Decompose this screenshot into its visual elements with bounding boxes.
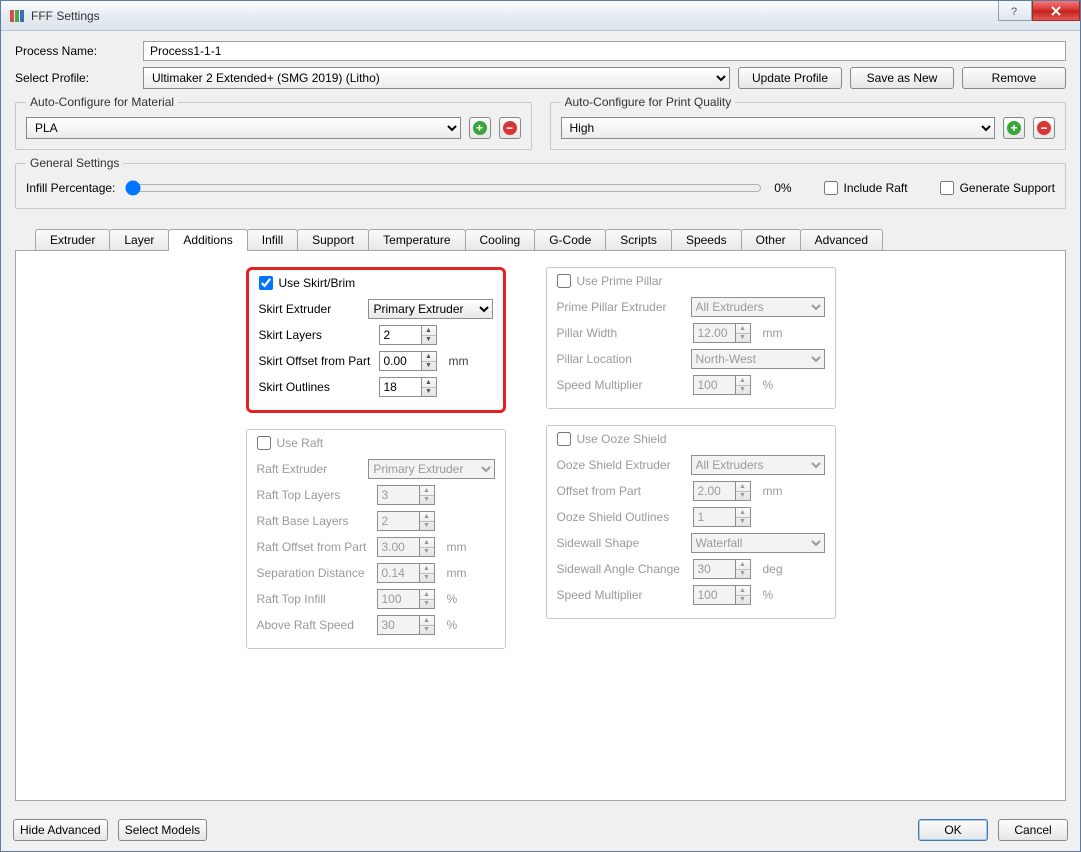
skirt-offset-label: Skirt Offset from Part: [259, 354, 371, 368]
ooze-outlines-input[interactable]: [693, 507, 735, 527]
ooze-speed-input[interactable]: [693, 585, 735, 605]
autoconf-quality-group: Auto-Configure for Print Quality High + …: [550, 95, 1067, 150]
use-raft-option[interactable]: Use Raft: [257, 436, 495, 450]
skirt-outlines-stepper[interactable]: ▲▼: [421, 377, 437, 397]
use-skirt-brim-check[interactable]: [259, 276, 273, 290]
tab-extruder[interactable]: Extruder: [35, 229, 110, 250]
tab-g-code[interactable]: G-Code: [534, 229, 606, 250]
include-raft-option[interactable]: Include Raft: [824, 181, 908, 195]
app-icon: [9, 8, 25, 24]
generate-support-option[interactable]: Generate Support: [940, 181, 1055, 195]
process-name-input[interactable]: [143, 41, 1066, 61]
pillar-width-input[interactable]: [693, 323, 735, 343]
skirt-extruder-label: Skirt Extruder: [259, 302, 361, 316]
raft-above-speed-input[interactable]: [377, 615, 419, 635]
general-settings-legend: General Settings: [26, 156, 123, 170]
skirt-layers-input[interactable]: [379, 325, 421, 345]
prime-pillar-group: Use Prime Pillar Prime Pillar Extruder A…: [546, 267, 836, 409]
raft-base-layers-input[interactable]: [377, 511, 419, 531]
cancel-button[interactable]: Cancel: [998, 819, 1068, 841]
infill-percent-value: 0%: [774, 181, 791, 195]
quality-select[interactable]: High: [561, 117, 996, 139]
raft-extruder-select[interactable]: Primary Extruder: [368, 459, 494, 479]
material-select[interactable]: PLA: [26, 117, 461, 139]
skirt-offset-input[interactable]: [379, 351, 421, 371]
quality-remove-button[interactable]: −: [1033, 117, 1055, 139]
use-ooze-shield-option[interactable]: Use Ooze Shield: [557, 432, 825, 446]
tab-support[interactable]: Support: [297, 229, 369, 250]
prime-pillar-extruder-select[interactable]: All Extruders: [691, 297, 825, 317]
tabstrip: ExtruderLayerAdditionsInfillSupportTempe…: [15, 229, 1066, 250]
hide-advanced-button[interactable]: Hide Advanced: [13, 819, 108, 841]
skirt-brim-group: Use Skirt/Brim Skirt Extruder Primary Ex…: [246, 267, 506, 413]
additions-tab-panel: Use Skirt/Brim Skirt Extruder Primary Ex…: [15, 250, 1066, 801]
use-prime-pillar-check[interactable]: [557, 274, 571, 288]
help-button[interactable]: ?: [998, 1, 1032, 21]
save-as-new-button[interactable]: Save as New: [850, 67, 954, 89]
autoconf-material-legend: Auto-Configure for Material: [26, 95, 178, 109]
skirt-outlines-input[interactable]: [379, 377, 421, 397]
use-raft-check[interactable]: [257, 436, 271, 450]
use-skirt-brim-option[interactable]: Use Skirt/Brim: [259, 276, 493, 290]
autoconf-material-group: Auto-Configure for Material PLA + −: [15, 95, 532, 150]
skirt-offset-stepper[interactable]: ▲▼: [421, 351, 437, 371]
tab-scripts[interactable]: Scripts: [605, 229, 672, 250]
raft-group: Use Raft Raft Extruder Primary Extruder …: [246, 429, 506, 649]
tab-temperature[interactable]: Temperature: [368, 229, 465, 250]
raft-offset-input[interactable]: [377, 537, 419, 557]
dialog-content: Process Name: Select Profile: Ultimaker …: [1, 31, 1080, 811]
autoconf-quality-legend: Auto-Configure for Print Quality: [561, 95, 736, 109]
tab-additions[interactable]: Additions: [168, 229, 247, 251]
tab-advanced[interactable]: Advanced: [800, 229, 883, 250]
raft-top-infill-input[interactable]: [377, 589, 419, 609]
select-profile-label: Select Profile:: [15, 71, 135, 85]
titlebar: FFF Settings ?: [1, 1, 1080, 31]
pillar-speed-input[interactable]: [693, 375, 735, 395]
fff-settings-window: FFF Settings ? Process Name: Select Prof…: [0, 0, 1081, 852]
window-title: FFF Settings: [31, 9, 998, 23]
tab-layer[interactable]: Layer: [109, 229, 169, 250]
general-settings-group: General Settings Infill Percentage: 0% I…: [15, 156, 1066, 209]
tab-other[interactable]: Other: [741, 229, 801, 250]
raft-top-layers-input[interactable]: [377, 485, 419, 505]
ooze-offset-input[interactable]: [693, 481, 735, 501]
quality-add-button[interactable]: +: [1003, 117, 1025, 139]
profile-select[interactable]: Ultimaker 2 Extended+ (SMG 2019) (Litho): [143, 67, 730, 89]
material-add-button[interactable]: +: [469, 117, 491, 139]
ooze-shape-select[interactable]: Waterfall: [691, 533, 825, 553]
tab-speeds[interactable]: Speeds: [671, 229, 742, 250]
close-button[interactable]: [1032, 1, 1080, 21]
ooze-shield-group: Use Ooze Shield Ooze Shield Extruder All…: [546, 425, 836, 619]
update-profile-button[interactable]: Update Profile: [738, 67, 842, 89]
ooze-extruder-select[interactable]: All Extruders: [691, 455, 825, 475]
material-remove-button[interactable]: −: [499, 117, 521, 139]
raft-separation-input[interactable]: [377, 563, 419, 583]
use-ooze-shield-check[interactable]: [557, 432, 571, 446]
infill-slider[interactable]: [125, 180, 762, 196]
infill-percent-label: Infill Percentage:: [26, 181, 115, 195]
skirt-outlines-label: Skirt Outlines: [259, 380, 371, 394]
skirt-layers-label: Skirt Layers: [259, 328, 371, 342]
ooze-angle-input[interactable]: [693, 559, 735, 579]
settings-tabs: ExtruderLayerAdditionsInfillSupportTempe…: [15, 229, 1066, 801]
process-name-label: Process Name:: [15, 44, 135, 58]
svg-text:?: ?: [1011, 6, 1017, 17]
tab-cooling[interactable]: Cooling: [465, 229, 536, 250]
remove-profile-button[interactable]: Remove: [962, 67, 1066, 89]
ok-button[interactable]: OK: [918, 819, 988, 841]
skirt-extruder-select[interactable]: Primary Extruder: [368, 299, 492, 319]
bottom-bar: Hide Advanced Select Models OK Cancel: [1, 811, 1080, 851]
use-prime-pillar-option[interactable]: Use Prime Pillar: [557, 274, 825, 288]
tab-infill[interactable]: Infill: [247, 229, 298, 250]
select-models-button[interactable]: Select Models: [118, 819, 207, 841]
generate-support-check[interactable]: [940, 181, 954, 195]
skirt-layers-stepper[interactable]: ▲▼: [421, 325, 437, 345]
include-raft-check[interactable]: [824, 181, 838, 195]
pillar-location-select[interactable]: North-West: [691, 349, 825, 369]
